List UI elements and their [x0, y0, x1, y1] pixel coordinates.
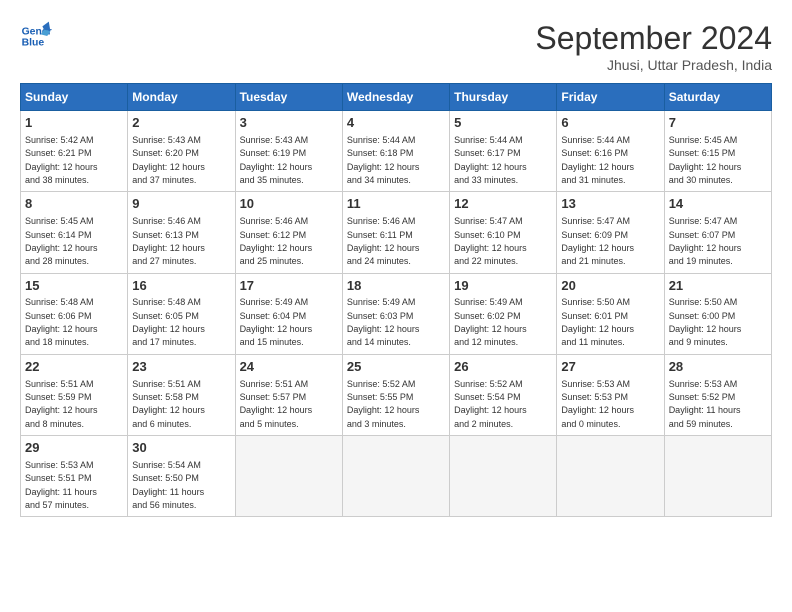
- table-row: 4Sunrise: 5:44 AMSunset: 6:18 PMDaylight…: [342, 111, 449, 192]
- location-subtitle: Jhusi, Uttar Pradesh, India: [535, 57, 772, 73]
- table-row: 13Sunrise: 5:47 AMSunset: 6:09 PMDayligh…: [557, 192, 664, 273]
- table-row: 18Sunrise: 5:49 AMSunset: 6:03 PMDayligh…: [342, 273, 449, 354]
- table-row: 28Sunrise: 5:53 AMSunset: 5:52 PMDayligh…: [664, 354, 771, 435]
- table-row: 7Sunrise: 5:45 AMSunset: 6:15 PMDaylight…: [664, 111, 771, 192]
- calendar-week-2: 8Sunrise: 5:45 AMSunset: 6:14 PMDaylight…: [21, 192, 772, 273]
- table-row: 24Sunrise: 5:51 AMSunset: 5:57 PMDayligh…: [235, 354, 342, 435]
- col-header-wednesday: Wednesday: [342, 84, 449, 111]
- table-row: [450, 436, 557, 517]
- table-row: 15Sunrise: 5:48 AMSunset: 6:06 PMDayligh…: [21, 273, 128, 354]
- month-title: September 2024: [535, 20, 772, 57]
- header-row: SundayMondayTuesdayWednesdayThursdayFrid…: [21, 84, 772, 111]
- header: General Blue September 2024 Jhusi, Uttar…: [20, 20, 772, 73]
- table-row: 29Sunrise: 5:53 AMSunset: 5:51 PMDayligh…: [21, 436, 128, 517]
- table-row: 26Sunrise: 5:52 AMSunset: 5:54 PMDayligh…: [450, 354, 557, 435]
- calendar-week-1: 1Sunrise: 5:42 AMSunset: 6:21 PMDaylight…: [21, 111, 772, 192]
- col-header-sunday: Sunday: [21, 84, 128, 111]
- calendar-table: SundayMondayTuesdayWednesdayThursdayFrid…: [20, 83, 772, 517]
- table-row: 14Sunrise: 5:47 AMSunset: 6:07 PMDayligh…: [664, 192, 771, 273]
- table-row: 9Sunrise: 5:46 AMSunset: 6:13 PMDaylight…: [128, 192, 235, 273]
- logo: General Blue: [20, 20, 52, 52]
- calendar-week-3: 15Sunrise: 5:48 AMSunset: 6:06 PMDayligh…: [21, 273, 772, 354]
- table-row: 19Sunrise: 5:49 AMSunset: 6:02 PMDayligh…: [450, 273, 557, 354]
- table-row: 27Sunrise: 5:53 AMSunset: 5:53 PMDayligh…: [557, 354, 664, 435]
- table-row: 22Sunrise: 5:51 AMSunset: 5:59 PMDayligh…: [21, 354, 128, 435]
- table-row: 12Sunrise: 5:47 AMSunset: 6:10 PMDayligh…: [450, 192, 557, 273]
- table-row: 10Sunrise: 5:46 AMSunset: 6:12 PMDayligh…: [235, 192, 342, 273]
- table-row: 30Sunrise: 5:54 AMSunset: 5:50 PMDayligh…: [128, 436, 235, 517]
- table-row: 16Sunrise: 5:48 AMSunset: 6:05 PMDayligh…: [128, 273, 235, 354]
- table-row: 20Sunrise: 5:50 AMSunset: 6:01 PMDayligh…: [557, 273, 664, 354]
- title-area: September 2024 Jhusi, Uttar Pradesh, Ind…: [535, 20, 772, 73]
- logo-icon: General Blue: [20, 20, 52, 52]
- table-row: 17Sunrise: 5:49 AMSunset: 6:04 PMDayligh…: [235, 273, 342, 354]
- table-row: 2Sunrise: 5:43 AMSunset: 6:20 PMDaylight…: [128, 111, 235, 192]
- calendar-week-4: 22Sunrise: 5:51 AMSunset: 5:59 PMDayligh…: [21, 354, 772, 435]
- col-header-saturday: Saturday: [664, 84, 771, 111]
- svg-text:Blue: Blue: [22, 38, 45, 49]
- col-header-thursday: Thursday: [450, 84, 557, 111]
- table-row: 23Sunrise: 5:51 AMSunset: 5:58 PMDayligh…: [128, 354, 235, 435]
- col-header-tuesday: Tuesday: [235, 84, 342, 111]
- table-row: 11Sunrise: 5:46 AMSunset: 6:11 PMDayligh…: [342, 192, 449, 273]
- table-row: [664, 436, 771, 517]
- table-row: 5Sunrise: 5:44 AMSunset: 6:17 PMDaylight…: [450, 111, 557, 192]
- table-row: [235, 436, 342, 517]
- table-row: 25Sunrise: 5:52 AMSunset: 5:55 PMDayligh…: [342, 354, 449, 435]
- calendar-week-5: 29Sunrise: 5:53 AMSunset: 5:51 PMDayligh…: [21, 436, 772, 517]
- table-row: 1Sunrise: 5:42 AMSunset: 6:21 PMDaylight…: [21, 111, 128, 192]
- col-header-monday: Monday: [128, 84, 235, 111]
- table-row: 3Sunrise: 5:43 AMSunset: 6:19 PMDaylight…: [235, 111, 342, 192]
- col-header-friday: Friday: [557, 84, 664, 111]
- table-row: [557, 436, 664, 517]
- table-row: [342, 436, 449, 517]
- table-row: 8Sunrise: 5:45 AMSunset: 6:14 PMDaylight…: [21, 192, 128, 273]
- table-row: 21Sunrise: 5:50 AMSunset: 6:00 PMDayligh…: [664, 273, 771, 354]
- table-row: 6Sunrise: 5:44 AMSunset: 6:16 PMDaylight…: [557, 111, 664, 192]
